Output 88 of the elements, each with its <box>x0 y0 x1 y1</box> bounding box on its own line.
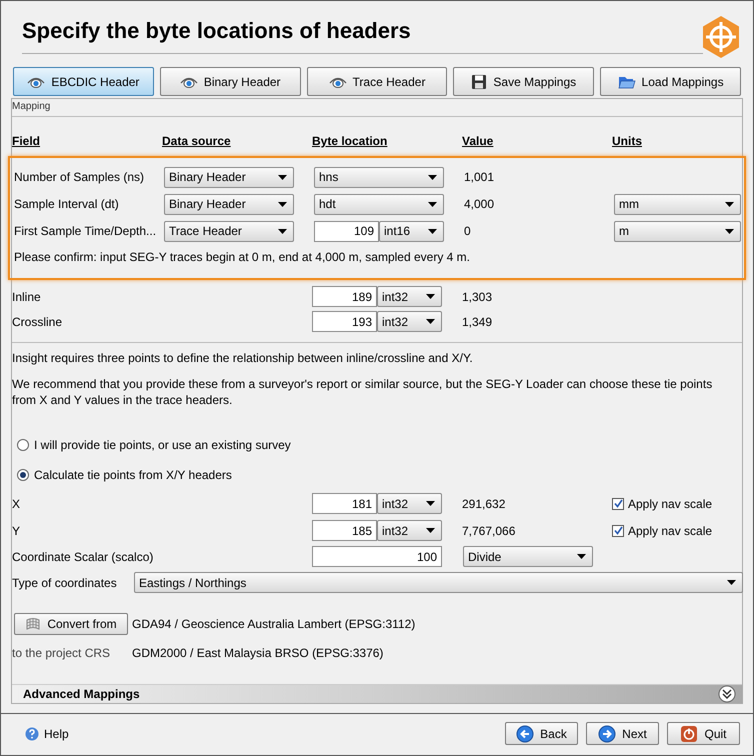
column-header: Data source <box>162 133 232 150</box>
number-field[interactable]: 181 <box>312 493 377 514</box>
info-text: Insight requires three points to define the relationship between inline/crossline and X/Y. <box>12 350 474 366</box>
checkbox[interactable]: Apply nav scale <box>612 494 740 512</box>
value-text: 1,349 <box>462 314 494 330</box>
help-link[interactable]: Help <box>25 724 69 742</box>
checkbox[interactable]: Apply nav scale <box>612 522 740 540</box>
caret-icon <box>426 294 435 299</box>
number-field[interactable]: 185 <box>312 520 377 541</box>
eye-icon <box>180 76 198 88</box>
field-label: X <box>12 496 22 512</box>
eye-icon <box>328 76 347 88</box>
value-text: 7,767,066 <box>462 522 516 540</box>
type-dropdown[interactable]: int32 <box>377 520 442 541</box>
type-dropdown[interactable]: int32 <box>377 493 442 514</box>
page-title: Specify the byte locations of headers <box>22 17 411 45</box>
caret-icon <box>428 202 437 206</box>
panel-caption: Mapping <box>12 100 52 114</box>
field-label: Type of coordinates <box>12 574 118 592</box>
eye-icon <box>27 76 46 88</box>
field-label: Y <box>12 522 22 540</box>
field-label: Sample Interval (dt) <box>14 196 120 213</box>
byte-dropdown[interactable]: hns <box>314 166 444 188</box>
advanced-mappings-bar[interactable]: Advanced Mappings <box>12 684 742 703</box>
field-label: Crossline <box>12 314 64 330</box>
footer-button[interactable]: Next <box>586 722 659 745</box>
caret-icon <box>426 319 435 324</box>
caret-icon <box>278 202 287 206</box>
grid-icon <box>25 616 42 632</box>
field-label: Coordinate Scalar (scalco) <box>12 548 154 566</box>
caret-icon <box>426 501 435 506</box>
value-text: 1,303 <box>462 288 494 306</box>
checkmark-icon <box>614 526 622 535</box>
units-dropdown[interactable]: mm <box>614 194 741 214</box>
caret-icon <box>428 174 437 180</box>
column-header: Byte location <box>312 133 388 150</box>
value-text: 4,000 <box>464 196 496 213</box>
radio-option[interactable]: Calculate tie points from X/Y headers <box>17 466 742 484</box>
radio-option[interactable]: I will provide tie points, or use an existing survey <box>17 436 742 454</box>
toolbar-button[interactable]: Trace Header <box>306 67 448 96</box>
caret-icon <box>278 174 287 180</box>
type-dropdown[interactable]: int16 <box>379 220 444 242</box>
caret-icon <box>426 528 435 533</box>
field-label: Inline <box>12 288 42 306</box>
column-header: Value <box>462 133 494 150</box>
field-label: to the project CRS <box>12 645 112 662</box>
caret-icon <box>727 580 736 585</box>
footer-button[interactable]: Quit <box>667 722 740 745</box>
convert-button[interactable]: Convert from <box>14 613 128 635</box>
info-text: We recommend that you provide these from a surveyor's report or similar source, but the SEG-Y Loader can choose these tie points from X and Y values in the trace headers. <box>12 376 714 408</box>
confirmation-text: Please confirm: input SEG-Y traces begin at 0 m, end at 4,000 m, sampled every 4 m. <box>14 249 471 266</box>
crosshair-logo-icon <box>701 15 741 59</box>
number-field[interactable]: 100 <box>312 546 442 567</box>
type-dropdown[interactable]: int32 <box>377 311 442 332</box>
caret-icon <box>428 228 437 234</box>
scalar-dropdown[interactable]: Divide <box>463 546 593 567</box>
expand-icon <box>718 685 736 703</box>
crs-text: GDM2000 / East Malaysia BRSO (EPSG:3376) <box>132 645 384 662</box>
source-dropdown[interactable]: Trace Header <box>164 220 294 242</box>
toolbar-button[interactable]: Save Mappings <box>453 67 594 96</box>
coordinates-dropdown[interactable]: Eastings / Northings <box>134 572 743 593</box>
value-text: 0 <box>464 223 472 240</box>
source-dropdown[interactable]: Binary Header <box>164 166 294 188</box>
byte-dropdown[interactable]: hdt <box>314 194 444 214</box>
number-field[interactable]: 109 <box>314 220 379 242</box>
field-label: First Sample Time/Depth... <box>14 223 158 240</box>
checkmark-icon <box>614 499 622 508</box>
value-text: 1,001 <box>464 169 496 186</box>
column-header: Units <box>612 133 643 150</box>
toolbar-button[interactable]: EBCDIC Header <box>13 67 154 96</box>
help-icon <box>25 726 39 740</box>
caret-icon <box>725 202 734 206</box>
number-field[interactable]: 193 <box>312 311 377 332</box>
column-header: Field <box>12 133 42 150</box>
units-dropdown[interactable]: m <box>614 220 741 242</box>
toolbar-button[interactable]: Load Mappings <box>600 67 741 96</box>
toolbar-button[interactable]: Binary Header <box>160 67 301 96</box>
power-icon <box>680 724 698 742</box>
source-dropdown[interactable]: Binary Header <box>164 194 294 214</box>
value-text: 291,632 <box>462 496 506 512</box>
caret-icon <box>725 228 734 234</box>
number-field[interactable]: 189 <box>312 286 377 307</box>
footer-button[interactable]: Back <box>505 722 578 745</box>
field-label: Number of Samples (ns) <box>14 169 146 186</box>
caret-icon <box>577 554 586 559</box>
crs-text: GDA94 / Geoscience Australia Lambert (EPSG:3112) <box>132 616 416 633</box>
caret-icon <box>278 228 287 234</box>
type-dropdown[interactable]: int32 <box>377 286 442 307</box>
